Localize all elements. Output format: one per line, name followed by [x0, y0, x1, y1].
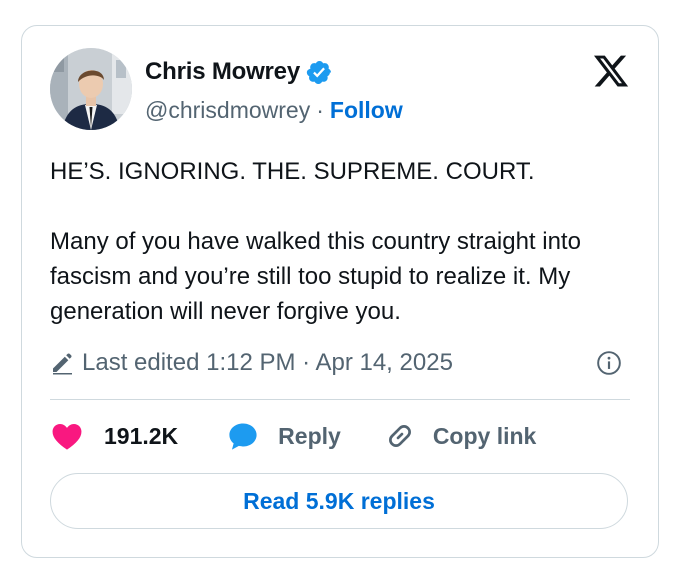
tweet-text: HE’S. IGNORING. THE. SUPREME. COURT. Man…: [50, 154, 630, 329]
like-button[interactable]: 191.2K: [50, 419, 178, 453]
follow-button[interactable]: Follow: [330, 97, 403, 123]
copy-link-button[interactable]: Copy link: [383, 419, 537, 453]
author-handle-row: @chrisdmowrey · Follow: [145, 97, 403, 124]
edit-history-link[interactable]: Last edited 1:12 PM · Apr 14, 2025: [50, 349, 453, 377]
tweet-line-2: Many of you have walked this country str…: [50, 228, 581, 325]
like-count: 191.2K: [104, 422, 179, 449]
edited-timestamp: Last edited 1:12 PM · Apr 14, 2025: [82, 349, 453, 376]
tweet-line-1: HE’S. IGNORING. THE. SUPREME. COURT.: [50, 158, 535, 185]
separator-dot: ·: [316, 97, 324, 123]
read-replies-button[interactable]: Read 5.9K replies: [50, 473, 628, 529]
read-replies-label: Read 5.9K replies: [243, 487, 435, 514]
avatar-photo: [50, 48, 132, 130]
x-logo-icon[interactable]: [591, 52, 631, 90]
avatar[interactable]: [50, 48, 132, 130]
author-handle[interactable]: @chrisdmowrey: [145, 97, 310, 123]
heart-icon: [52, 423, 82, 450]
author-name-row: Chris Mowrey: [145, 58, 333, 86]
pencil-icon: [53, 353, 72, 375]
tweet-card: Chris Mowrey @chrisdmowrey · Follow HE’S. …: [21, 25, 659, 558]
reply-button[interactable]: Reply: [226, 419, 341, 453]
copy-link-label: Copy link: [432, 422, 537, 449]
link-icon: [388, 425, 411, 447]
info-icon[interactable]: [596, 350, 622, 376]
divider: [50, 399, 630, 400]
author-name[interactable]: Chris Mowrey: [145, 58, 300, 86]
speech-bubble-icon: [229, 423, 257, 450]
action-bar: 191.2K Reply Copy link: [50, 419, 536, 453]
verified-badge-icon: [306, 59, 333, 86]
reply-label: Reply: [278, 422, 341, 449]
